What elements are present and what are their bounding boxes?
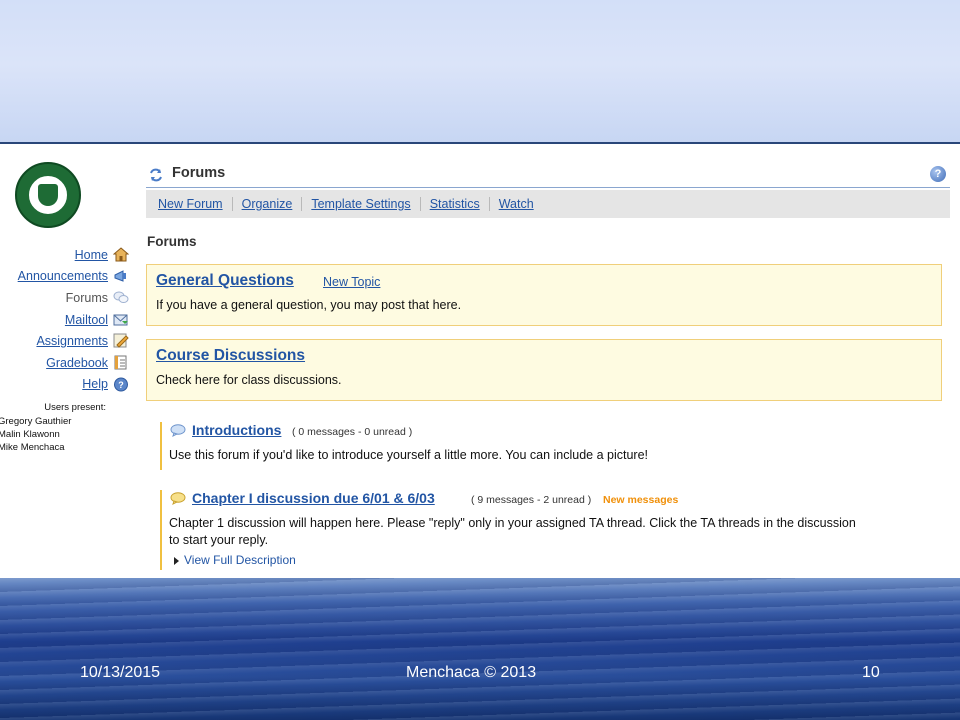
forum-message-count: ( 0 messages - 0 unread ): [292, 426, 413, 438]
speech-bubble-icon: [170, 424, 186, 437]
new-messages-badge: New messages: [603, 494, 679, 506]
forum-message-count: ( 9 messages - 2 unread ): [471, 494, 592, 506]
slide-background-top: [0, 0, 960, 143]
users-present-heading: Users present:: [44, 402, 106, 413]
svg-text:?: ?: [118, 380, 124, 390]
megaphone-icon: [114, 269, 126, 282]
slide-page-number: 10: [862, 664, 880, 681]
slide-footer-date: 10/13/2015: [80, 664, 161, 681]
nav-item-label[interactable]: Forums: [66, 291, 108, 305]
nav-item-label[interactable]: Help: [82, 377, 108, 391]
speech-bubbles-icon: [113, 291, 129, 304]
statistics-link[interactable]: Statistics: [421, 197, 489, 211]
page-title: Forums: [172, 165, 226, 181]
template-settings-link[interactable]: Template Settings: [302, 197, 419, 211]
forum-title-link[interactable]: Introductions: [192, 422, 281, 438]
nav-item-label[interactable]: Gradebook: [46, 356, 108, 370]
nav-item-forums[interactable]: Forums: [0, 287, 132, 309]
forum-introductions: Introductions ( 0 messages - 0 unread ) …: [160, 422, 942, 470]
user-name: Malin Klawonn: [0, 429, 60, 440]
help-icon: ?: [114, 377, 128, 392]
help-icon[interactable]: ?: [930, 166, 946, 182]
forum-description-line-1: Chapter 1 discussion will happen here. P…: [169, 516, 856, 530]
refresh-icon[interactable]: [149, 168, 163, 182]
new-topic-link[interactable]: New Topic: [323, 275, 380, 289]
speech-bubble-icon: [170, 492, 186, 505]
nav-item-mailtool[interactable]: Mailtool: [0, 309, 132, 331]
view-full-description-link[interactable]: View Full Description: [174, 553, 296, 567]
slide-footer-author: Menchaca © 2013: [406, 664, 537, 681]
forums-toolbar: New Forum Organize Template Settings Sta…: [146, 190, 950, 218]
user-name: Mike Menchaca: [0, 442, 65, 453]
home-icon: [113, 247, 129, 262]
forums-screenshot: Home Announcements Forums Mailtool Assig…: [0, 142, 960, 578]
nav-item-label[interactable]: Home: [75, 248, 108, 262]
slide-background-bottom: [0, 578, 960, 720]
nav-item-help[interactable]: Help ?: [0, 374, 132, 396]
nav-item-announcements[interactable]: Announcements: [0, 266, 132, 288]
expand-triangle-icon: [174, 556, 179, 565]
category-description: Check here for class discussions.: [156, 373, 342, 387]
pencil-note-icon: [113, 333, 129, 349]
forum-description-line-2: to start your reply.: [169, 533, 269, 547]
nav-item-home[interactable]: Home: [0, 244, 132, 266]
forum-chapter-discussion: Chapter I discussion due 6/01 & 6/03 ( 9…: [160, 490, 942, 570]
new-forum-link[interactable]: New Forum: [158, 197, 232, 211]
category-title-link[interactable]: General Questions: [156, 272, 294, 290]
watch-link[interactable]: Watch: [490, 197, 543, 211]
forum-description: Use this forum if you'd like to introduc…: [169, 448, 649, 462]
view-full-description-label[interactable]: View Full Description: [184, 553, 296, 567]
nav-item-label[interactable]: Assignments: [36, 334, 108, 348]
user-name: Gregory Gauthier: [0, 416, 72, 427]
nav-item-assignments[interactable]: Assignments: [0, 330, 132, 352]
users-present: Users present: Gregory Gauthier Malin Kl…: [0, 402, 132, 454]
organize-link[interactable]: Organize: [233, 197, 302, 211]
category-general-questions: General Questions New Topic If you have …: [146, 264, 942, 326]
nav-item-label[interactable]: Mailtool: [65, 313, 108, 327]
left-nav: Home Announcements Forums Mailtool Assig…: [0, 244, 132, 395]
tool-title-bar: Forums ?: [146, 162, 950, 188]
gradebook-icon: [114, 355, 127, 370]
mail-icon: [113, 314, 128, 326]
category-description: If you have a general question, you may …: [156, 298, 462, 312]
nav-item-label[interactable]: Announcements: [18, 269, 108, 283]
university-seal-logo: [15, 162, 81, 228]
forum-title-link[interactable]: Chapter I discussion due 6/01 & 6/03: [192, 490, 435, 506]
category-course-discussions: Course Discussions Check here for class …: [146, 339, 942, 401]
nav-item-gradebook[interactable]: Gradebook: [0, 352, 132, 374]
category-title-link[interactable]: Course Discussions: [156, 347, 305, 365]
section-heading: Forums: [147, 234, 197, 249]
